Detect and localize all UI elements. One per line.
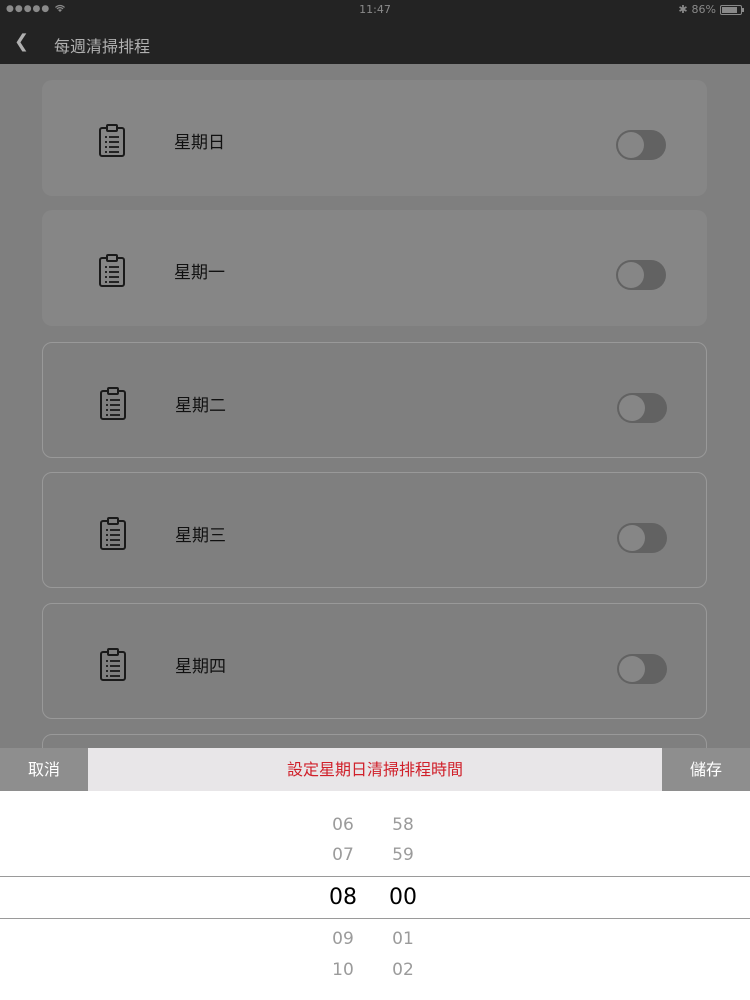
day-card-thursday[interactable]: 星期四 <box>42 603 707 719</box>
day-toggle-switch[interactable] <box>617 654 667 684</box>
time-picker[interactable]: 06 07 08 09 10 58 59 00 01 02 <box>0 791 750 1000</box>
day-label: 星期一 <box>174 263 225 283</box>
minute-option[interactable]: 01 <box>373 929 433 949</box>
hour-option-selected[interactable]: 08 <box>313 885 373 910</box>
status-time: 11:47 <box>359 3 391 16</box>
clipboard-icon <box>100 517 126 550</box>
battery-icon <box>720 4 744 15</box>
minute-option-selected[interactable]: 00 <box>373 885 433 910</box>
clipboard-icon <box>100 648 126 681</box>
minute-option[interactable]: 59 <box>373 845 433 865</box>
day-card-monday[interactable]: 星期一 <box>42 210 707 326</box>
day-label: 星期日 <box>174 133 225 153</box>
picker-toolbar: 取消 設定星期日清掃排程時間 儲存 <box>0 748 750 791</box>
toggle-knob <box>618 132 644 158</box>
day-toggle-switch[interactable] <box>616 260 666 290</box>
day-label: 星期四 <box>175 657 226 677</box>
toggle-knob <box>618 262 644 288</box>
cancel-button[interactable]: 取消 <box>0 748 88 791</box>
battery-fill <box>722 6 737 13</box>
day-label: 星期三 <box>175 526 226 546</box>
clipboard-icon <box>100 387 126 420</box>
minute-option[interactable]: 02 <box>373 960 433 980</box>
hour-option[interactable]: 07 <box>313 845 373 865</box>
day-toggle-switch[interactable] <box>617 523 667 553</box>
toggle-knob <box>619 525 645 551</box>
day-card-wednesday[interactable]: 星期三 <box>42 472 707 588</box>
day-card-tuesday[interactable]: 星期二 <box>42 342 707 458</box>
day-toggle-switch[interactable] <box>616 130 666 160</box>
hour-option[interactable]: 10 <box>313 960 373 980</box>
day-card-sunday[interactable]: 星期日 <box>42 80 707 196</box>
back-button[interactable]: ❮ <box>14 31 29 52</box>
status-right: ✱ 86% <box>678 3 744 16</box>
toggle-knob <box>619 656 645 682</box>
hour-option[interactable]: 09 <box>313 929 373 949</box>
clipboard-icon <box>99 254 125 287</box>
hour-option[interactable]: 06 <box>313 815 373 835</box>
clipboard-icon <box>99 124 125 157</box>
page-title: 每週清掃排程 <box>54 37 151 56</box>
toggle-knob <box>619 395 645 421</box>
bluetooth-icon: ✱ <box>678 3 688 16</box>
status-bar: ●●●●● 11:47 ✱ 86% <box>0 0 750 20</box>
save-button[interactable]: 儲存 <box>662 748 750 791</box>
day-toggle-switch[interactable] <box>617 393 667 423</box>
picker-title: 設定星期日清掃排程時間 <box>286 760 463 779</box>
minute-option[interactable]: 58 <box>373 815 433 835</box>
navigation-bar: ❮ 每週清掃排程 <box>0 20 750 64</box>
battery-percent: 86% <box>691 3 716 16</box>
day-label: 星期二 <box>175 396 226 416</box>
